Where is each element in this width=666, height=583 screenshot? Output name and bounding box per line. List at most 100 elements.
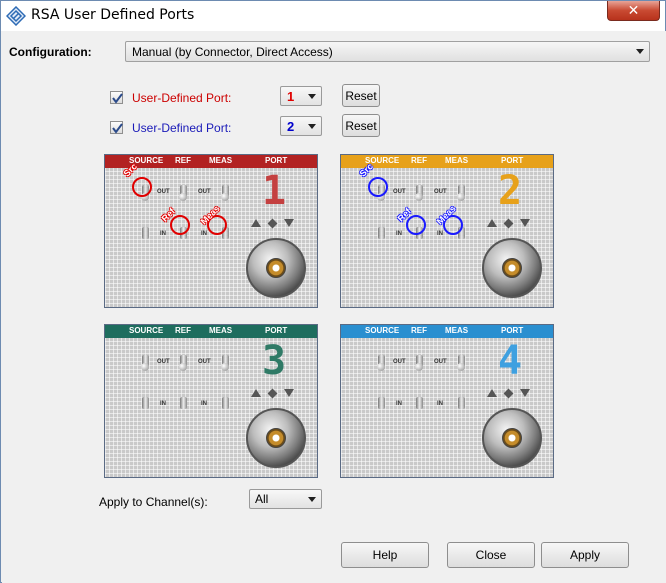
- apply-channels-label: Apply to Channel(s):: [99, 495, 208, 509]
- switch-lower-source[interactable]: [142, 227, 149, 239]
- in-label: IN: [437, 231, 443, 237]
- configuration-label: Configuration:: [9, 45, 92, 59]
- dialog-body: Configuration: Manual (by Connector, Dir…: [2, 31, 666, 583]
- out-label: OUT: [157, 359, 170, 365]
- connector-center: [266, 428, 286, 448]
- user-port-2-select[interactable]: 2: [280, 116, 322, 136]
- arrow-down-icon[interactable]: [284, 389, 294, 397]
- reset-port-2-label: Reset: [345, 118, 377, 133]
- port-panel-2[interactable]: SOURCE REF MEAS PORT OUT OUT IN IN 2 Src Ref Meas: [340, 154, 554, 308]
- switch-knob-ref: [415, 193, 423, 201]
- out-label: OUT: [393, 359, 406, 365]
- switch-knob-source: [141, 363, 149, 371]
- port-panel-3[interactable]: SOURCE REF MEAS PORT OUT OUT IN IN 3: [104, 324, 318, 478]
- window-close-button[interactable]: ✕: [607, 1, 660, 21]
- user-port-1-value: 1: [287, 89, 295, 104]
- port-nav: [487, 388, 530, 398]
- switch-lower-ref[interactable]: [180, 397, 187, 409]
- diamond-icon[interactable]: [503, 388, 514, 398]
- marker-ref-circle: [170, 215, 190, 235]
- reset-port-1-button[interactable]: Reset: [342, 84, 380, 107]
- panel-header: SOURCE REF MEAS PORT: [105, 325, 317, 338]
- close-icon: ✕: [627, 2, 640, 18]
- panel-header-meas: MEAS: [445, 326, 469, 335]
- panel-header-port: PORT: [265, 326, 288, 335]
- panel-header-ref: REF: [175, 156, 191, 165]
- switch-lower-ref[interactable]: [416, 397, 423, 409]
- user-port-1-label: User-Defined Port:: [132, 91, 232, 105]
- rf-connector-icon: [246, 408, 306, 468]
- panel-header-meas: MEAS: [209, 326, 233, 335]
- switch-knob-source: [377, 363, 385, 371]
- switch-lower-source[interactable]: [378, 227, 385, 239]
- window-title: RSA User Defined Ports: [31, 7, 195, 23]
- port-nav: [251, 218, 294, 228]
- out-label: OUT: [434, 359, 447, 365]
- chevron-down-icon: [636, 49, 644, 54]
- out-label: OUT: [198, 359, 211, 365]
- marker-src-circle: [368, 177, 388, 197]
- arrow-up-icon[interactable]: [487, 389, 497, 397]
- user-port-2-checkbox[interactable]: [110, 121, 123, 134]
- connector-center: [502, 258, 522, 278]
- arrow-up-icon[interactable]: [487, 219, 497, 227]
- arrow-down-icon[interactable]: [520, 219, 530, 227]
- in-label: IN: [396, 231, 402, 237]
- in-label: IN: [396, 401, 402, 407]
- help-button[interactable]: Help: [341, 542, 429, 568]
- in-label: IN: [160, 231, 166, 237]
- out-label: OUT: [198, 189, 211, 195]
- user-port-2-label: User-Defined Port:: [132, 121, 232, 135]
- close-button[interactable]: Close: [447, 542, 535, 568]
- close-label: Close: [475, 548, 507, 562]
- switch-lower-source[interactable]: [378, 397, 385, 409]
- switch-knob-ref: [415, 363, 423, 371]
- port-number: 4: [498, 338, 523, 384]
- dialog-window: RSA User Defined Ports ✕ Configuration: …: [0, 0, 666, 583]
- switch-lower-meas[interactable]: [458, 397, 465, 409]
- apply-channels-value: All: [255, 492, 269, 506]
- panel-header-source: SOURCE: [129, 326, 164, 335]
- panel-header-source: SOURCE: [365, 326, 400, 335]
- diamond-icon[interactable]: [503, 218, 514, 228]
- user-port-1-checkbox[interactable]: [110, 91, 123, 104]
- rf-connector-icon: [482, 408, 542, 468]
- marker-ref-circle: [406, 215, 426, 235]
- out-label: OUT: [157, 189, 170, 195]
- configuration-dropdown[interactable]: Manual (by Connector, Direct Access): [125, 41, 650, 62]
- switch-lower-source[interactable]: [142, 397, 149, 409]
- port-panel-4[interactable]: SOURCE REF MEAS PORT OUT OUT IN IN 4: [340, 324, 554, 478]
- rf-connector-icon: [482, 238, 542, 298]
- panel-header-ref: REF: [175, 326, 191, 335]
- checkmark-icon: [112, 123, 123, 134]
- arrow-up-icon[interactable]: [251, 219, 261, 227]
- switch-knob-meas: [221, 193, 229, 201]
- panel-header-meas: MEAS: [445, 156, 469, 165]
- configuration-value: Manual (by Connector, Direct Access): [132, 45, 333, 59]
- switch-lower-meas[interactable]: [222, 397, 229, 409]
- arrow-up-icon[interactable]: [251, 389, 261, 397]
- arrow-down-icon[interactable]: [284, 219, 294, 227]
- apply-button[interactable]: Apply: [541, 542, 629, 568]
- apply-channels-dropdown[interactable]: All: [249, 489, 322, 509]
- switch-knob-meas: [457, 363, 465, 371]
- user-port-1-select[interactable]: 1: [280, 86, 322, 106]
- connector-center: [266, 258, 286, 278]
- title-bar: RSA User Defined Ports ✕: [1, 1, 665, 31]
- checkmark-icon: [112, 93, 123, 104]
- arrow-down-icon[interactable]: [520, 389, 530, 397]
- apply-label: Apply: [569, 548, 601, 562]
- switch-knob-ref: [179, 193, 187, 201]
- switch-knob-ref: [179, 363, 187, 371]
- diamond-icon[interactable]: [267, 218, 278, 228]
- rsa-app-icon: [5, 5, 27, 27]
- chevron-down-icon: [308, 124, 316, 129]
- in-label: IN: [437, 401, 443, 407]
- connector-center: [502, 428, 522, 448]
- port-panel-1[interactable]: SOURCE REF MEAS PORT OUT OUT IN IN 1 Src Ref Meas: [104, 154, 318, 308]
- reset-port-2-button[interactable]: Reset: [342, 114, 380, 137]
- switch-knob-meas: [221, 363, 229, 371]
- panel-header-ref: REF: [411, 156, 427, 165]
- diamond-icon[interactable]: [267, 388, 278, 398]
- port-nav: [251, 388, 294, 398]
